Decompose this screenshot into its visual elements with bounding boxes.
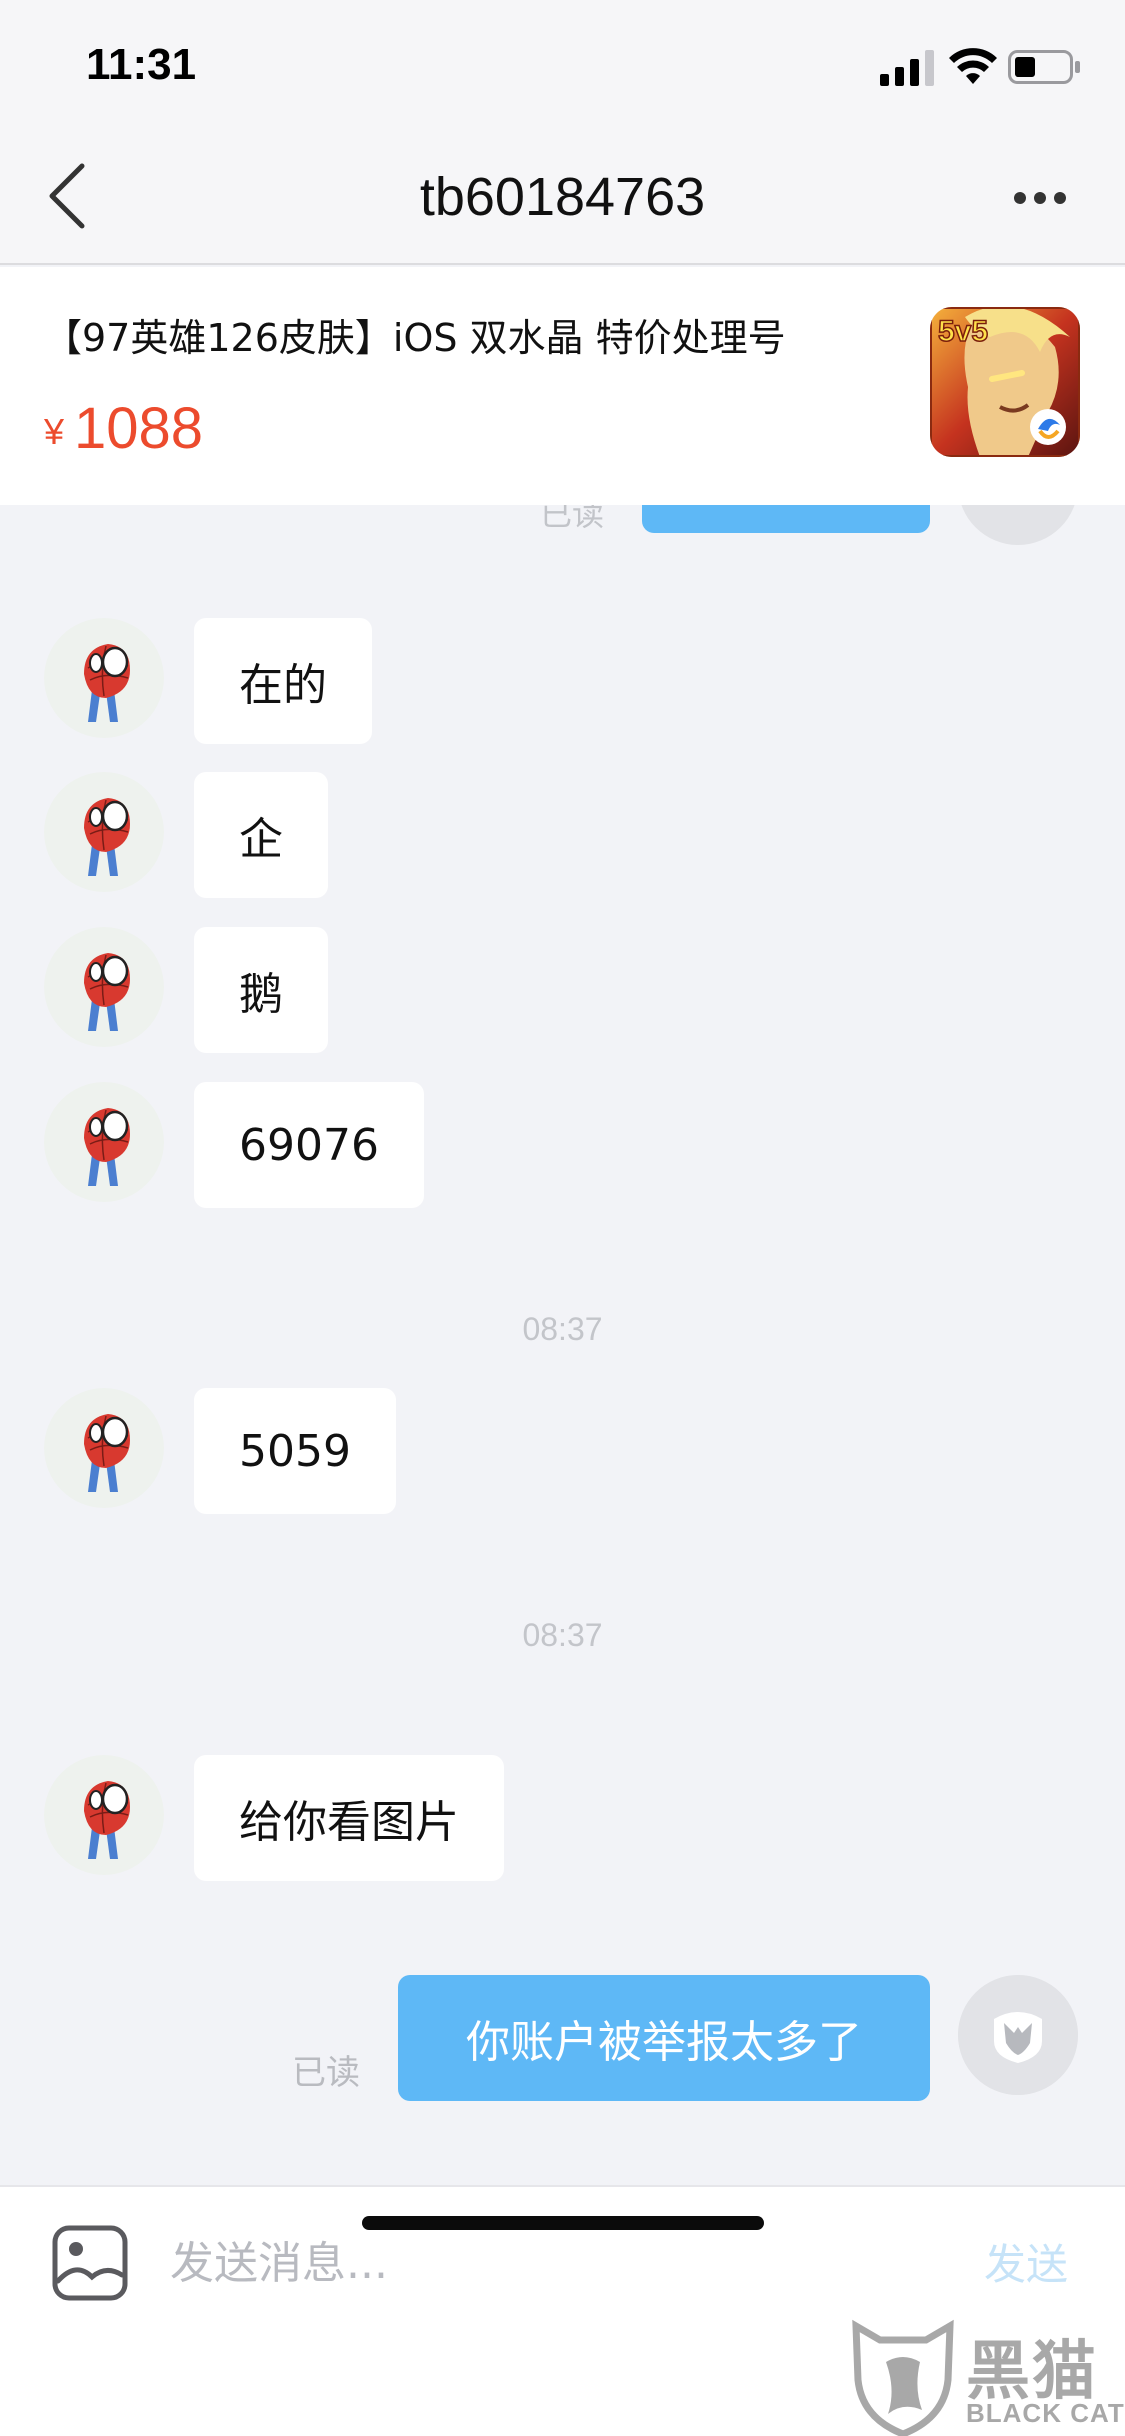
- contact-avatar[interactable]: [44, 1755, 164, 1875]
- read-status-label: 已读: [540, 505, 605, 533]
- message-text: 鹅: [239, 969, 283, 1020]
- currency-symbol: ¥: [44, 411, 65, 452]
- message-text: 给你看图片: [239, 1797, 459, 1848]
- nav-bar: tb60184763: [0, 130, 1125, 265]
- message-text: 5059: [239, 1425, 351, 1477]
- spiderman-avatar-image: [44, 1082, 164, 1202]
- my-avatar-partial[interactable]: [958, 505, 1078, 545]
- send-button[interactable]: 发送: [984, 2231, 1068, 2292]
- conversation-title: tb60184763: [419, 167, 706, 227]
- spiderman-avatar-image: [44, 1755, 164, 1875]
- spiderman-avatar-image: [44, 618, 164, 738]
- received-message-bubble[interactable]: 鹅: [194, 927, 328, 1053]
- contact-avatar[interactable]: [44, 1082, 164, 1202]
- sent-message-bubble[interactable]: 你账户被举报太多了: [398, 1975, 930, 2101]
- default-user-avatar-icon: [958, 1975, 1078, 2095]
- more-options-icon[interactable]: [1012, 188, 1068, 208]
- message-text: 企: [239, 814, 283, 865]
- received-message-bubble[interactable]: 5059: [194, 1388, 396, 1514]
- contact-avatar[interactable]: [44, 927, 164, 1047]
- received-message-bubble[interactable]: 在的: [194, 618, 372, 744]
- chat-area[interactable]: 已读 在的 企 鹅 69076 08:37 5059 08:37 给你看图片 已…: [0, 505, 1125, 2185]
- my-message-bubble-partial[interactable]: [642, 505, 930, 533]
- received-message-bubble[interactable]: 企: [194, 772, 328, 898]
- wifi-icon: [949, 48, 997, 84]
- message-input[interactable]: [170, 2221, 930, 2305]
- black-cat-watermark: 黑猫 BLACK CAT: [848, 2318, 1125, 2436]
- read-status-label: 已读: [292, 2053, 360, 2093]
- product-card[interactable]: 【97英雄126皮肤】iOS 双水晶 特价处理号 ¥1088 5v5: [0, 267, 1125, 505]
- cellular-signal-icon: [880, 50, 934, 86]
- home-indicator[interactable]: [362, 2216, 764, 2230]
- contact-avatar[interactable]: [44, 1388, 164, 1508]
- price-value: 1088: [74, 396, 204, 461]
- spiderman-avatar-image: [44, 927, 164, 1047]
- message-text: 在的: [239, 660, 327, 711]
- product-thumbnail[interactable]: 5v5: [930, 307, 1080, 457]
- image-picker-icon[interactable]: [52, 2225, 128, 2301]
- product-title: 【97英雄126皮肤】iOS 双水晶 特价处理号: [44, 316, 786, 360]
- game-badge-text: 5v5: [938, 315, 988, 348]
- message-timestamp: 08:37: [522, 1311, 603, 1347]
- message-text: 你账户被举报太多了: [466, 2017, 862, 2068]
- game-hero-image: 5v5: [930, 307, 1080, 457]
- spiderman-avatar-image: [44, 1388, 164, 1508]
- battery-icon: [1008, 50, 1080, 84]
- contact-avatar[interactable]: [44, 618, 164, 738]
- received-message-bubble[interactable]: 给你看图片: [194, 1755, 504, 1881]
- black-cat-logo-icon: [852, 2319, 954, 2436]
- status-time: 11:31: [86, 40, 197, 89]
- message-text: 69076: [239, 1119, 379, 1171]
- received-message-bubble[interactable]: 69076: [194, 1082, 424, 1208]
- my-avatar[interactable]: [958, 1975, 1078, 2095]
- status-bar: 11:31: [0, 0, 1125, 130]
- contact-avatar[interactable]: [44, 772, 164, 892]
- watermark-en-text: BLACK CAT: [966, 2398, 1125, 2428]
- message-timestamp: 08:37: [522, 1617, 603, 1653]
- product-price: ¥1088: [44, 395, 203, 462]
- spiderman-avatar-image: [44, 772, 164, 892]
